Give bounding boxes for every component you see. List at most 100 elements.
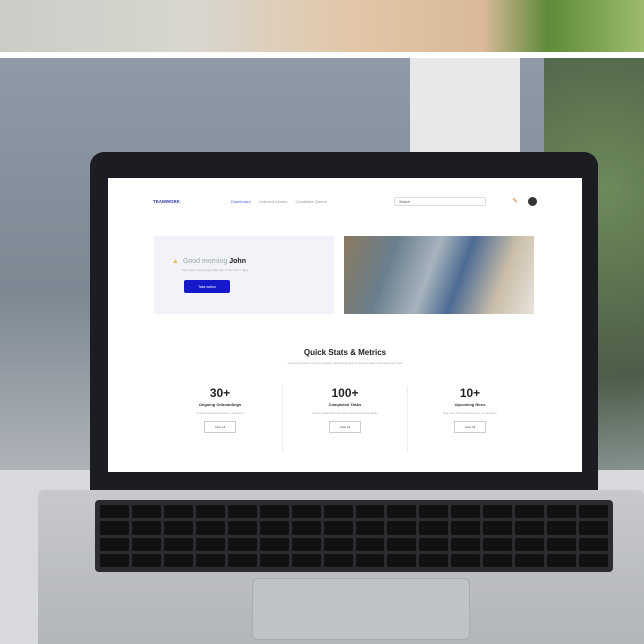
key (291, 537, 321, 551)
notification-icon[interactable]: ✎ (512, 197, 518, 205)
key (100, 505, 129, 519)
key (195, 553, 225, 567)
take-action-button[interactable]: Take action (184, 280, 230, 293)
key (163, 537, 193, 551)
key (259, 537, 289, 551)
key (227, 521, 257, 535)
search-input[interactable]: Search (394, 196, 487, 206)
key (419, 553, 449, 567)
background-photo-strip (0, 0, 644, 52)
key (195, 537, 225, 551)
stat-description: Track onboarding that's in progress (196, 411, 244, 415)
stat-label: Upcoming Hires (454, 402, 486, 407)
key (227, 537, 257, 551)
warning-icon: ▲ (172, 258, 179, 265)
stats-row: 30+ Ongoing Onboardings Track onboarding… (158, 386, 532, 452)
nav-dashboard[interactable]: Dashboard (231, 199, 251, 204)
key (387, 553, 417, 567)
stat-description: Check tasks that have been finished succ… (312, 411, 378, 415)
key (323, 505, 353, 519)
key (259, 521, 289, 535)
stat-value: 30+ (209, 386, 231, 400)
key (483, 505, 513, 519)
key (547, 505, 577, 519)
key (547, 537, 577, 551)
key (195, 521, 225, 535)
key (259, 553, 289, 567)
keyboard (95, 500, 613, 572)
key (131, 505, 161, 519)
key (451, 537, 481, 551)
key (131, 553, 161, 567)
key (355, 521, 385, 535)
key (419, 521, 449, 535)
top-nav: TEAMWORK Dashboard Onboard Library Candi… (108, 178, 582, 224)
stat-value: 10+ (459, 386, 481, 400)
key (451, 553, 481, 567)
stat-card: 10+ Upcoming Hires See new hires startin… (408, 386, 532, 452)
section-title: Quick Stats & Metrics (303, 348, 387, 357)
nav-onboard-library[interactable]: Onboard Library (259, 199, 288, 204)
key (163, 505, 193, 519)
key (355, 505, 385, 519)
key (515, 521, 545, 535)
key (259, 505, 289, 519)
key (451, 521, 481, 535)
key (355, 537, 385, 551)
section-description: A quick overview of your ongoing onboard… (287, 361, 403, 365)
trackpad (252, 578, 470, 640)
greeting: ▲ Good morning John (172, 258, 246, 265)
view-all-button[interactable]: View All (453, 421, 487, 433)
key (131, 537, 161, 551)
stat-value: 100+ (331, 386, 359, 400)
key (483, 537, 513, 551)
key (323, 521, 353, 535)
key (227, 553, 257, 567)
key (195, 505, 225, 519)
key (515, 505, 545, 519)
key (100, 537, 129, 551)
key (227, 505, 257, 519)
welcome-card: ▲ Good morning John You have onboarding t… (154, 236, 334, 314)
stat-label: Completed Tasks (328, 402, 362, 407)
key (291, 505, 321, 519)
logo[interactable]: TEAMWORK (153, 199, 231, 204)
key (163, 521, 193, 535)
key (483, 553, 513, 567)
key (387, 537, 417, 551)
key (100, 521, 129, 535)
key (131, 521, 161, 535)
greeting-text: Good morning (182, 258, 228, 265)
key (100, 553, 129, 567)
key (419, 505, 449, 519)
stat-label: Ongoing Onboardings (198, 402, 242, 407)
key (547, 553, 577, 567)
key (515, 553, 545, 567)
key (387, 505, 417, 519)
view-all-button[interactable]: View All (328, 421, 362, 433)
team-photo (344, 236, 534, 314)
stat-card: 100+ Completed Tasks Check tasks that ha… (283, 386, 408, 452)
key (579, 537, 608, 551)
key (387, 521, 417, 535)
key (579, 505, 608, 519)
key (579, 553, 608, 567)
key (579, 521, 608, 535)
key (451, 505, 481, 519)
key (323, 553, 353, 567)
user-name: John (229, 258, 246, 265)
key (291, 521, 321, 535)
key (163, 553, 193, 567)
key (483, 521, 513, 535)
view-all-button[interactable]: View All (203, 421, 237, 433)
key (547, 521, 577, 535)
key (355, 553, 385, 567)
welcome-subtitle: You have onboarding tasks due in the nex… (182, 268, 249, 272)
stat-card: 30+ Ongoing Onboardings Track onboarding… (158, 386, 283, 452)
nav-candidate-queue[interactable]: Candidate Queue (295, 199, 326, 204)
stat-description: See new hires starting soon on the team (443, 411, 497, 415)
laptop-screen: TEAMWORK Dashboard Onboard Library Candi… (108, 178, 582, 472)
key (323, 537, 353, 551)
avatar[interactable] (528, 196, 537, 206)
key (515, 537, 545, 551)
